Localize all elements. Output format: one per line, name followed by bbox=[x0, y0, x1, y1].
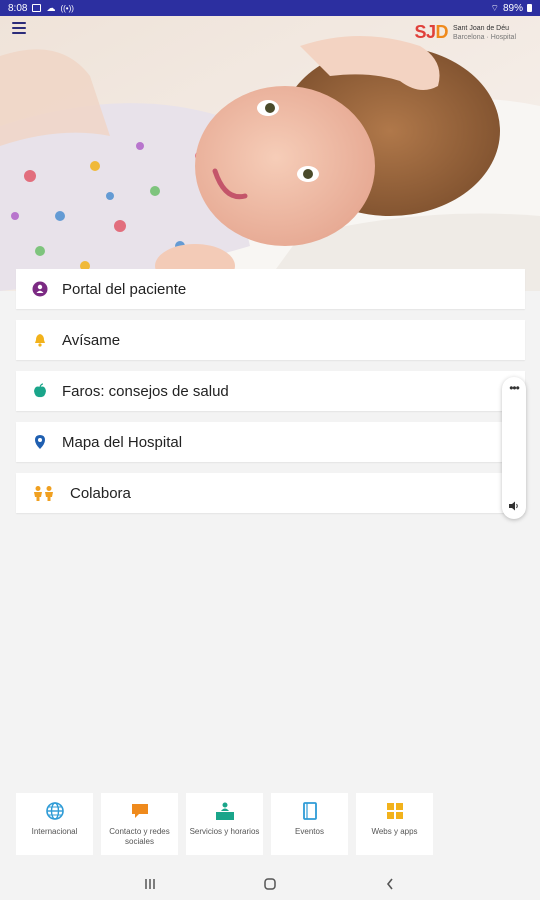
menu-item-colabora[interactable]: Colabora bbox=[16, 473, 525, 513]
floating-side-panel[interactable]: ••• bbox=[502, 377, 526, 519]
menu-item-portal-paciente[interactable]: Portal del paciente bbox=[16, 269, 525, 309]
menu-item-mapa[interactable]: Mapa del Hospital bbox=[16, 422, 525, 462]
status-time: 8:08 bbox=[8, 2, 28, 14]
desk-person-icon bbox=[215, 802, 234, 820]
globe-icon bbox=[45, 802, 64, 820]
grid-apps-icon bbox=[386, 803, 403, 819]
tab-webs-apps[interactable]: Webs y apps bbox=[356, 793, 433, 855]
map-pin-icon bbox=[32, 434, 48, 450]
tab-label: Webs y apps bbox=[371, 827, 418, 836]
hero-photo bbox=[0, 16, 540, 291]
tab-contacto[interactable]: Contacto y redes sociales bbox=[101, 793, 178, 855]
main-menu: Portal del paciente Avísame Faros: conse… bbox=[16, 269, 525, 524]
menu-item-faros[interactable]: Faros: consejos de salud bbox=[16, 371, 525, 411]
brand-logo: SJD Sant Joan de Déu Barcelona · Hospita… bbox=[414, 22, 516, 43]
brand-mark: SJD bbox=[414, 22, 448, 42]
signal-strength-icon: ((•)) bbox=[60, 3, 74, 13]
chat-bubble-icon bbox=[131, 804, 148, 818]
more-options-icon[interactable]: ••• bbox=[502, 382, 526, 394]
hero-image bbox=[0, 16, 540, 291]
apple-icon bbox=[32, 383, 48, 399]
system-nav-bar bbox=[0, 868, 540, 900]
menu-item-label: Mapa del Hospital bbox=[62, 433, 183, 451]
tab-eventos[interactable]: Eventos bbox=[271, 793, 348, 855]
cloud-icon: ☁ bbox=[46, 2, 56, 13]
home-icon[interactable] bbox=[262, 876, 278, 892]
brand-subtitle: Barcelona · Hospital bbox=[452, 33, 516, 41]
status-bar: 8:08 ☁ ((•)) ⌔ 89% bbox=[0, 0, 540, 16]
battery-icon bbox=[527, 4, 532, 12]
tab-servicios[interactable]: Servicios y horarios bbox=[186, 793, 263, 855]
image-icon bbox=[32, 4, 42, 12]
menu-item-label: Portal del paciente bbox=[62, 280, 187, 298]
tab-label: Eventos bbox=[295, 827, 324, 836]
menu-item-label: Avísame bbox=[62, 331, 121, 349]
hamburger-menu-icon[interactable] bbox=[12, 22, 26, 34]
brand-text: Sant Joan de Déu Barcelona · Hospital bbox=[453, 24, 516, 42]
wifi-icon: ⌔ bbox=[490, 2, 499, 13]
sound-icon[interactable] bbox=[508, 501, 520, 511]
recent-apps-icon[interactable] bbox=[142, 876, 158, 892]
menu-item-label: Colabora bbox=[70, 484, 131, 502]
bell-icon bbox=[32, 332, 48, 348]
menu-item-avisame[interactable]: Avísame bbox=[16, 320, 525, 360]
menu-item-label: Faros: consejos de salud bbox=[62, 382, 229, 400]
tab-internacional[interactable]: Internacional bbox=[16, 793, 93, 855]
person-icon bbox=[32, 281, 48, 297]
brand-name: Sant Joan de Déu bbox=[452, 24, 510, 32]
notebook-icon bbox=[302, 802, 317, 820]
tab-label: Servicios y horarios bbox=[189, 827, 260, 836]
battery-text: 89% bbox=[502, 2, 523, 14]
back-icon[interactable] bbox=[382, 876, 398, 892]
people-icon bbox=[32, 485, 56, 501]
tab-label: Internacional bbox=[31, 827, 78, 836]
bottom-tabs: Internacional Contacto y redes sociales … bbox=[16, 793, 433, 855]
tab-label: Contacto y redes sociales bbox=[109, 827, 170, 846]
